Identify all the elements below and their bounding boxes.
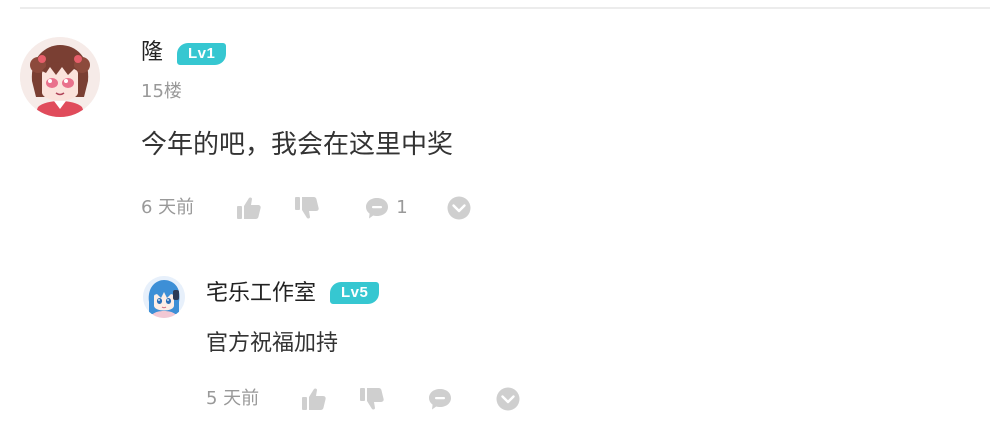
more-chevron-icon (496, 387, 520, 411)
comment-actions: 6 天前 1 (141, 196, 472, 220)
comment-bubble-icon (429, 389, 452, 410)
reply-actions: 5 天前 (206, 387, 521, 411)
reply-text: 官方祝福加持 (206, 331, 339, 356)
floor-number: 15楼 (141, 81, 182, 102)
level-badge: Lv5 (330, 282, 380, 304)
like-button[interactable] (301, 387, 327, 411)
reply-count: 1 (396, 197, 408, 218)
avatar[interactable] (20, 37, 100, 117)
thumbs-up-icon (237, 197, 261, 219)
comment-time: 6 天前 (141, 197, 195, 218)
reply-avatar[interactable] (143, 276, 185, 318)
avatar-illustration (143, 276, 185, 318)
reply-time: 5 天前 (206, 388, 260, 409)
thumbs-down-icon (295, 197, 319, 219)
thumbs-down-icon (360, 388, 384, 410)
thumbs-up-icon (302, 388, 326, 410)
more-button[interactable] (446, 196, 472, 220)
more-button[interactable] (495, 387, 521, 411)
level-badge: Lv1 (177, 43, 227, 65)
top-divider (20, 7, 990, 9)
avatar-illustration (20, 37, 100, 117)
dislike-button[interactable] (359, 387, 385, 411)
comment-text: 今年的吧，我会在这里中奖 (141, 130, 454, 160)
more-chevron-icon (447, 196, 471, 220)
reply-button[interactable] (364, 196, 390, 220)
reply-button[interactable] (427, 387, 453, 411)
dislike-button[interactable] (294, 196, 320, 220)
comment-username[interactable]: 隆 (141, 38, 163, 68)
comment-bubble-icon (366, 198, 389, 219)
reply-username[interactable]: 宅乐工作室 (206, 279, 316, 309)
like-button[interactable] (236, 196, 262, 220)
comment-thread: 隆 Lv1 15楼 今年的吧，我会在这里中奖 6 天前 1 宅乐工作室 Lv5 … (0, 0, 990, 439)
